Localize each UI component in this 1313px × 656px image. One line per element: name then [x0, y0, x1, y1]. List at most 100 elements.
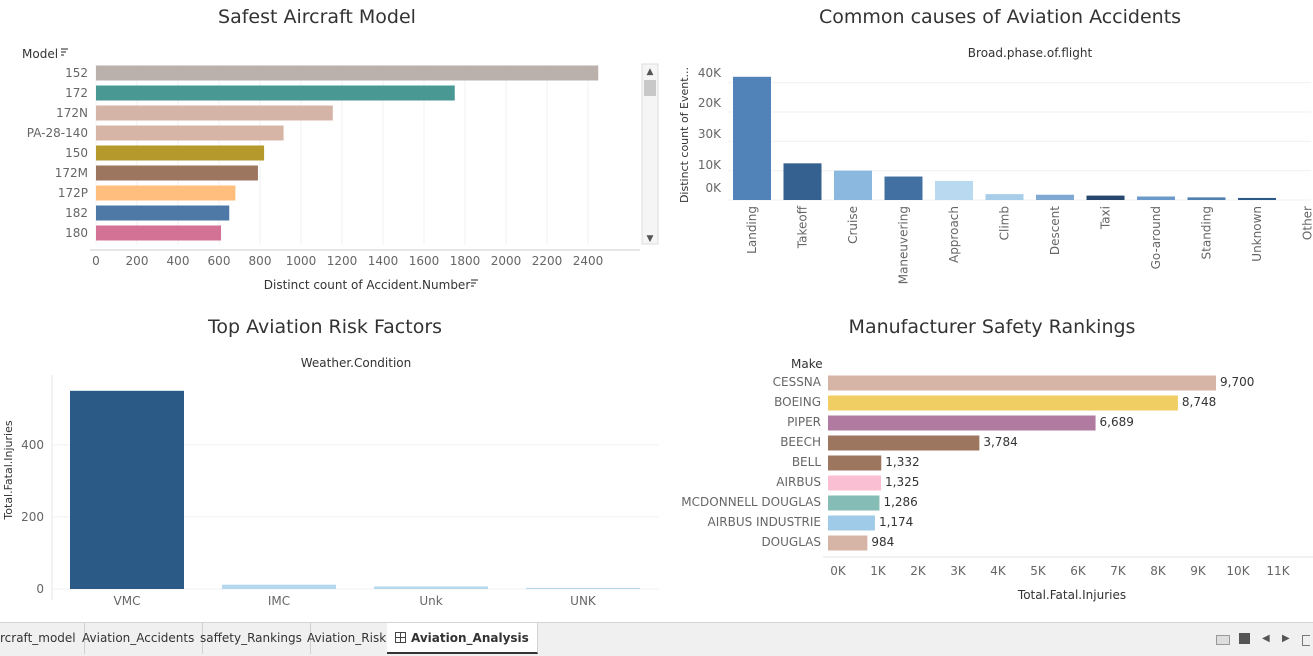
- tab-aviation-risk[interactable]: Aviation_Risk: [299, 623, 395, 654]
- grid-view-icon[interactable]: [1239, 633, 1250, 644]
- scrollbar-thumb: [644, 80, 656, 96]
- bar: [96, 126, 284, 141]
- bar: [1036, 195, 1074, 200]
- scroll-left-icon[interactable]: ◀: [1262, 633, 1274, 645]
- tab-label: saffety_Rankings: [200, 631, 302, 645]
- data-label: 8,748: [1182, 395, 1216, 409]
- bar: [828, 456, 881, 471]
- category-label: AIRBUS INDUSTRIE: [708, 515, 821, 529]
- bar: [828, 436, 979, 451]
- model-chart-title: Safest Aircraft Model: [218, 6, 416, 28]
- tab-saffety-rankings[interactable]: saffety_Rankings: [192, 623, 311, 654]
- make-row-header: Make: [791, 357, 823, 371]
- model-row-header: Model: [22, 47, 58, 61]
- scroll-right-icon[interactable]: ▶: [1282, 633, 1294, 645]
- bar: [526, 588, 640, 589]
- data-label: 1,286: [883, 495, 917, 509]
- scroll-down-icon: ▼: [647, 234, 654, 244]
- sheet-tab-bar: rcraft_model Aviation_Accidents saffety_…: [0, 622, 1313, 656]
- bar: [1087, 196, 1125, 200]
- x-tick-label: 10K: [1226, 564, 1250, 578]
- bar: [828, 476, 881, 491]
- category-label: PIPER: [787, 415, 821, 429]
- bar: [70, 391, 184, 589]
- x-tick-label: 0: [92, 254, 100, 268]
- category-label: AIRBUS: [776, 475, 821, 489]
- data-label: 1,332: [885, 455, 919, 469]
- bar: [828, 516, 875, 531]
- data-label: 3,784: [983, 435, 1017, 449]
- bar: [96, 186, 235, 201]
- bar: [1238, 198, 1276, 200]
- tab-label: Aviation_Accidents: [82, 631, 194, 645]
- category-label: CESSNA: [773, 375, 822, 389]
- bar: [784, 163, 822, 200]
- filmstrip-view-icon[interactable]: [1216, 635, 1230, 645]
- bar: [96, 86, 455, 101]
- tab-aviation-accidents[interactable]: Aviation_Accidents: [74, 623, 203, 654]
- model-chart: Model152172172NPA-28-140150172M172P18218…: [0, 40, 665, 300]
- x-tick-label: 800: [249, 254, 272, 268]
- risk-chart: Weather.Condition0200400Total.Fatal.Inju…: [0, 350, 665, 622]
- category-label: BEECH: [780, 435, 821, 449]
- category-label: Landing: [745, 206, 759, 254]
- x-tick-label: 2200: [532, 254, 563, 268]
- scroll-up-icon: ▲: [647, 67, 654, 77]
- category-label: Descent: [1048, 206, 1062, 255]
- x-tick-label: 8K: [1150, 564, 1167, 578]
- category-label: 180: [65, 226, 88, 240]
- x-tick-label: 1600: [409, 254, 440, 268]
- bar: [96, 206, 229, 221]
- category-label: DOUGLAS: [761, 535, 821, 549]
- category-label: Maneuvering: [897, 206, 911, 284]
- category-label: 172: [65, 86, 88, 100]
- x-tick-label: 9K: [1190, 564, 1207, 578]
- y-tick-label: 10K: [698, 158, 722, 172]
- x-tick-label: 1200: [327, 254, 358, 268]
- category-label: 182: [65, 206, 88, 220]
- bar: [1188, 197, 1226, 200]
- bar: [834, 171, 872, 200]
- x-tick-label: 5K: [1030, 564, 1047, 578]
- risk-chart-title: Top Aviation Risk Factors: [208, 316, 442, 338]
- bar: [96, 166, 258, 181]
- category-label: Climb: [998, 206, 1012, 240]
- category-label: VMC: [114, 594, 141, 608]
- category-label: 172M: [55, 166, 88, 180]
- x-tick-label: 2K: [910, 564, 927, 578]
- tab-label: Aviation_Analysis: [411, 631, 529, 645]
- tab-label: rcraft_model: [0, 631, 76, 645]
- scroll-end-icon[interactable]: [1302, 635, 1310, 646]
- x-tick-label: 1000: [286, 254, 317, 268]
- category-label: 150: [65, 146, 88, 160]
- x-tick-label: 2400: [573, 254, 604, 268]
- category-label: 172P: [58, 186, 88, 200]
- category-label: Approach: [947, 206, 961, 263]
- x-tick-label: 600: [208, 254, 231, 268]
- category-label: Go-around: [1149, 206, 1163, 269]
- bar: [828, 416, 1096, 431]
- tab-aircraft-model[interactable]: rcraft_model: [0, 623, 85, 654]
- x-tick-label: 3K: [950, 564, 967, 578]
- bar: [374, 586, 488, 589]
- bar: [1137, 196, 1175, 200]
- bar: [828, 496, 879, 511]
- category-label: Unknown: [1250, 206, 1264, 262]
- sort-icon: [471, 280, 478, 286]
- y-axis-title: Distinct count of Event...: [678, 67, 691, 203]
- x-axis-title: Total.Fatal.Injuries: [1017, 588, 1126, 602]
- bar: [828, 536, 867, 551]
- x-tick-label: 0K: [830, 564, 847, 578]
- bar: [885, 177, 923, 200]
- data-label: 984: [871, 535, 894, 549]
- sort-icon: [61, 49, 68, 55]
- risk-subtitle: Weather.Condition: [301, 356, 412, 370]
- x-tick-label: 400: [167, 254, 190, 268]
- y-axis-title: Total.Fatal.Injuries: [2, 420, 15, 520]
- category-label: PA-28-140: [27, 126, 88, 140]
- manufacturer-chart-title: Manufacturer Safety Rankings: [849, 316, 1136, 338]
- tab-aviation-analysis[interactable]: Aviation_Analysis: [387, 623, 538, 654]
- x-tick-label: 6K: [1070, 564, 1087, 578]
- category-label: UNK: [570, 594, 597, 608]
- x-tick-label: 2000: [491, 254, 522, 268]
